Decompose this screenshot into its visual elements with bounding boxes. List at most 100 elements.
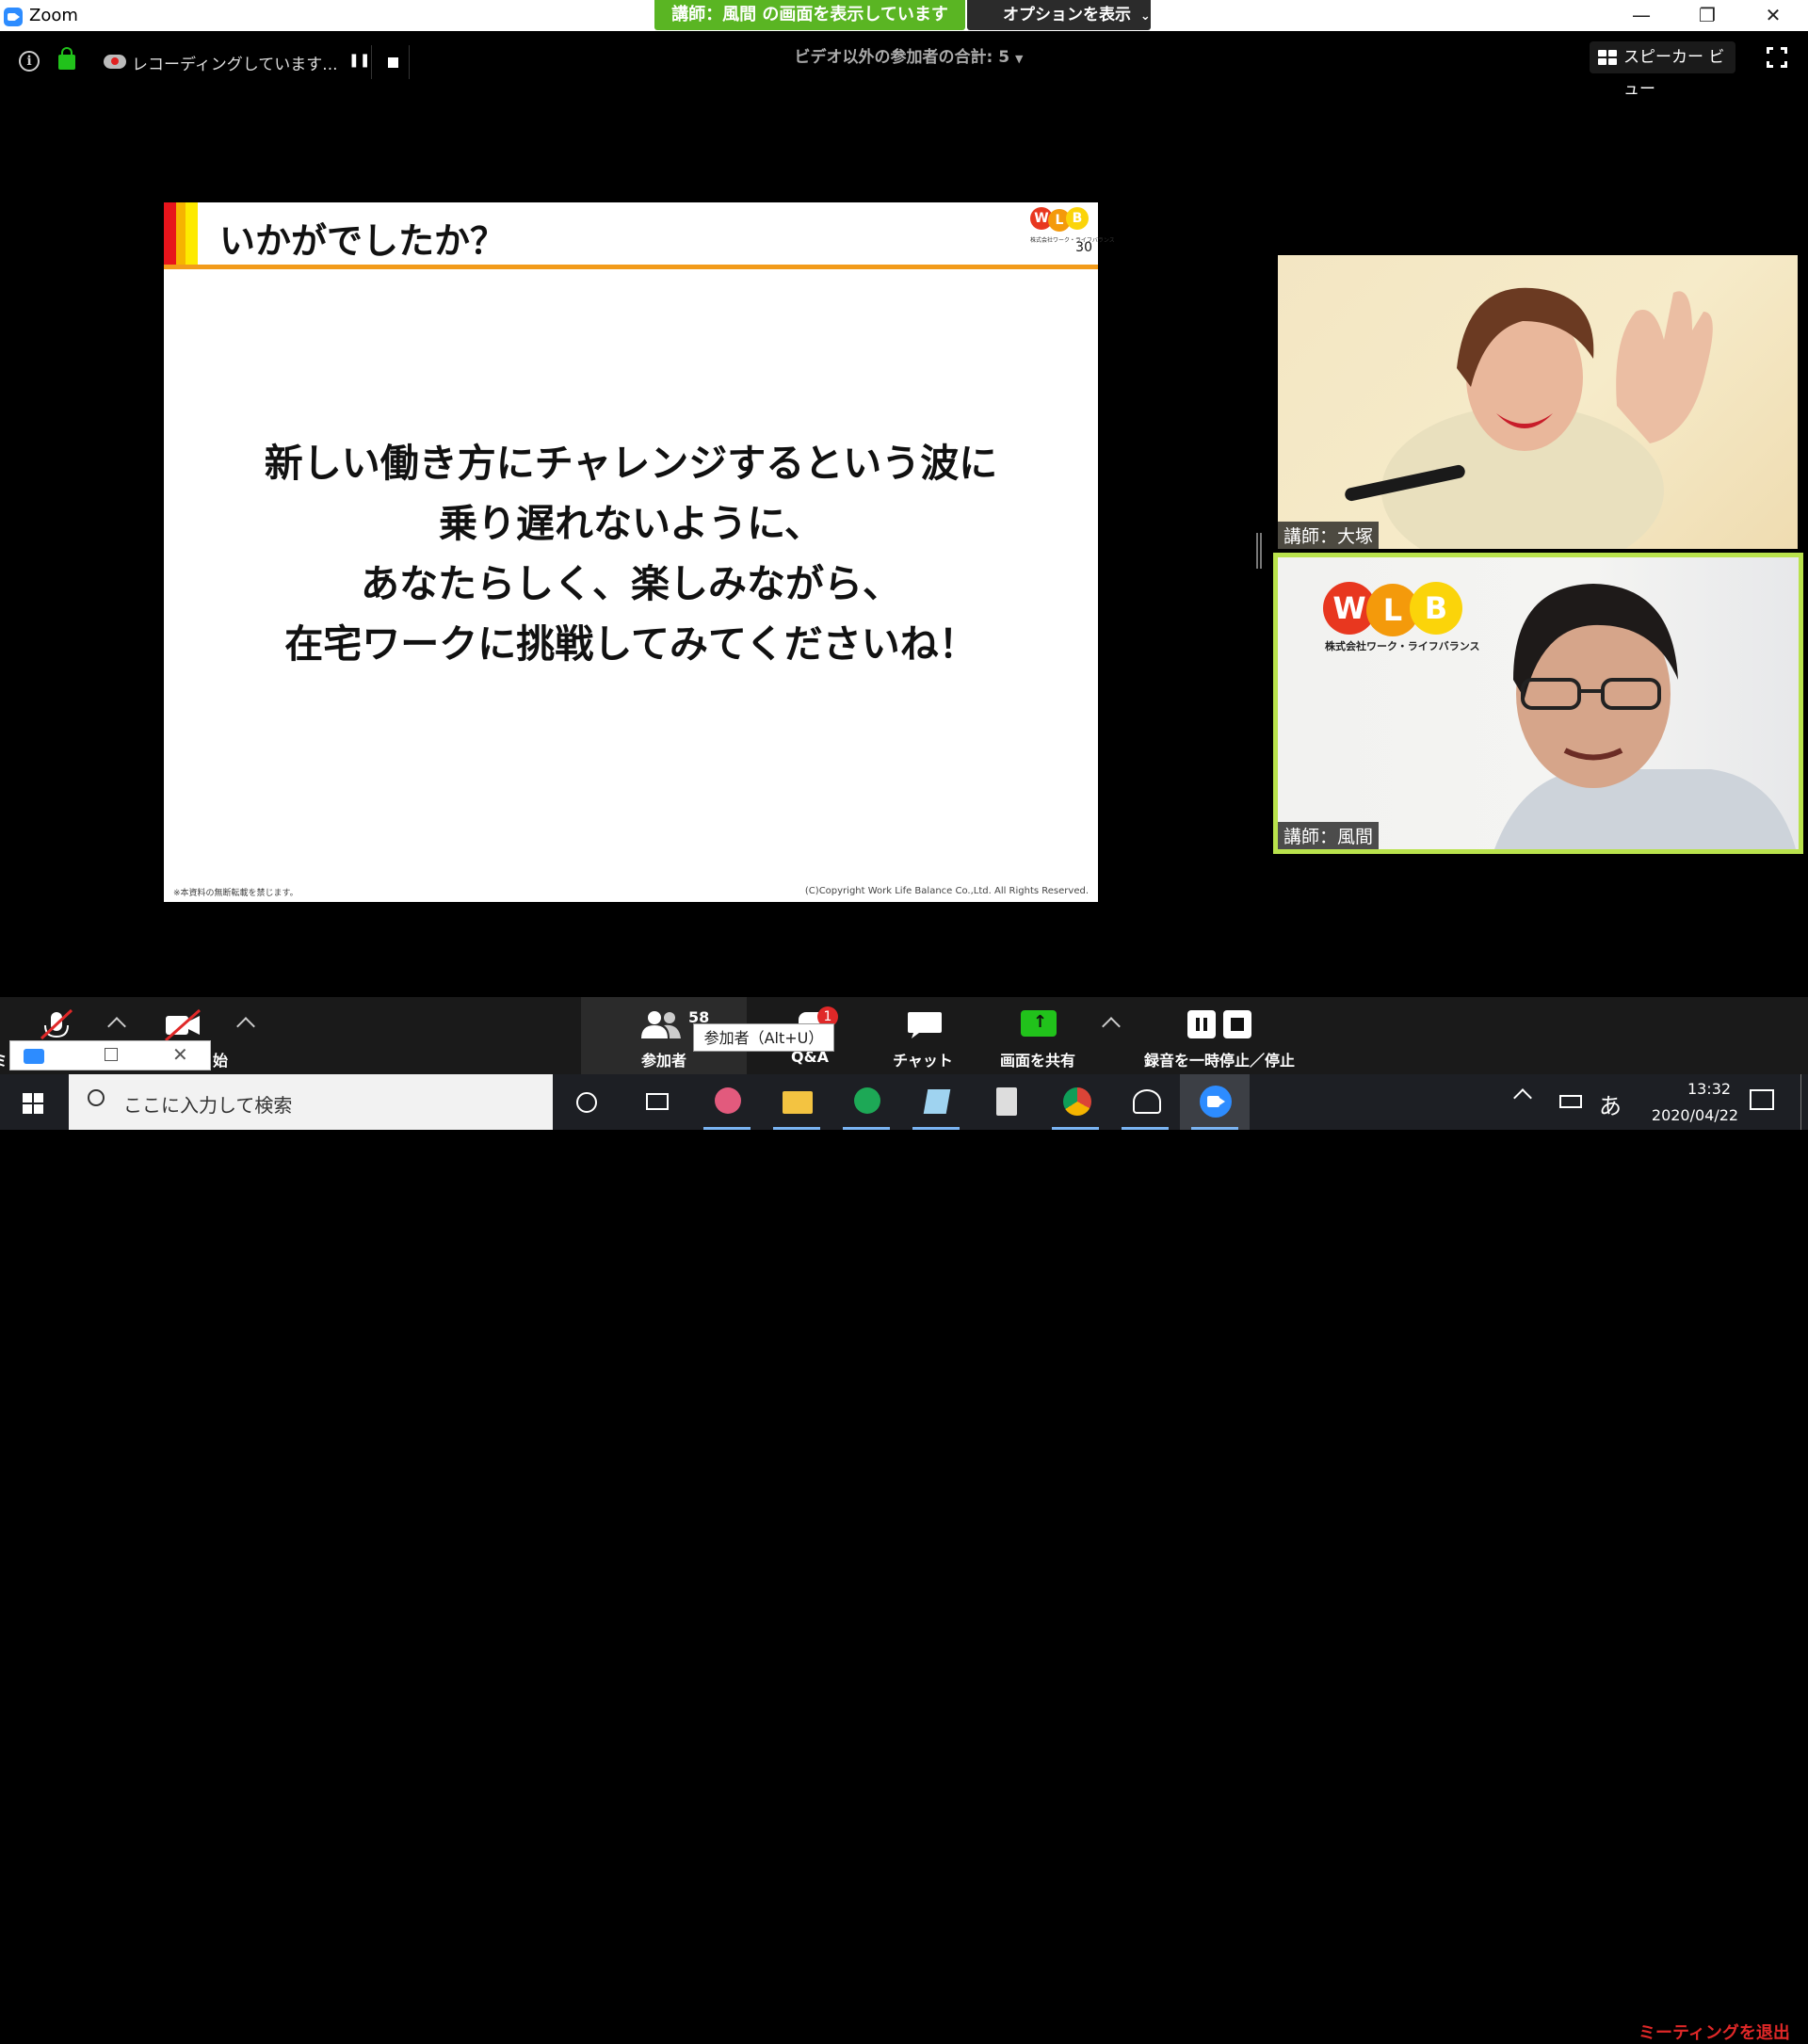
calculator-taskbar[interactable] [971,1074,1041,1130]
meeting-toolbar: ミ 始 58 参加者 1 Q&A チャット ↑ 画面を共有 録音を一時停止／停止… [0,997,1808,2043]
floating-mini-window[interactable]: ✕ [9,1040,211,1070]
slide-body-line: 在宅ワークに挑戦してみてくださいね！ [284,621,977,667]
slide-accent-bar-orange [176,202,186,266]
participants-tooltip: 参加者（Alt+U） [693,1023,834,1052]
pause-stop-recording-button[interactable]: 録音を一時停止／停止 [1130,997,1309,1074]
task-view-icon [646,1093,669,1110]
video-tile-kazama-active[interactable]: W L B 株式会社ワーク・ライフバランス 講師：風間 [1273,553,1803,854]
participants-icon [641,1011,681,1038]
window-title: Zoom [29,6,78,25]
zoom-taskbar[interactable] [1180,1074,1250,1130]
chevron-up-icon[interactable] [1102,1017,1121,1036]
screen-share-banner: 講師：風間 の画面を表示しています [654,0,965,30]
microphone-muted-icon [40,1008,73,1040]
slide-header: いかがでしたか？ W L B 株式会社ワーク・ライフバランス 30 [164,202,1115,269]
recording-indicator: レコーディングしています... ❚❚ [98,45,410,79]
info-icon[interactable]: i [19,51,40,72]
slide-header-underline [164,265,1098,269]
slide-body-line: 新しい働き方にチャレンジするという波に [264,441,998,486]
photos-taskbar[interactable] [1110,1074,1180,1130]
speaker-view-label: スピーカー ビュー [1623,48,1725,99]
restore-button[interactable]: ❐ [1674,0,1740,31]
grid-view-icon [1598,50,1617,65]
video-tile-otsuka[interactable]: 講師：大塚 [1278,255,1798,549]
chat-label: チャット [893,1052,953,1070]
view-options-button[interactable]: オプションを表示 ⌄ [967,0,1151,30]
video-name-label: 講師：風間 [1278,822,1380,849]
tray-chevron-up-icon[interactable] [1513,1088,1532,1107]
maximize-icon[interactable] [105,1048,118,1061]
panel-resize-handle[interactable] [1256,533,1262,569]
chevron-up-icon[interactable] [107,1017,126,1036]
participant-video-kazama [1494,584,1796,849]
recording-control-label: 録音を一時停止／停止 [1143,1052,1295,1070]
task-view-button[interactable] [622,1074,692,1130]
snipping-tool-taskbar[interactable] [692,1074,762,1130]
share-screen-button[interactable]: ↑ 画面を共有 [989,997,1087,1074]
zoom-icon [1200,1086,1232,1118]
slide-accent-bar-yellow [186,202,198,266]
calculator-icon [996,1087,1017,1116]
snipping-tool-icon [715,1087,741,1114]
share-screen-label: 画面を共有 [999,1052,1075,1070]
ime-indicator[interactable]: あ [1599,1087,1622,1120]
slide-page-number: 30 [1075,240,1092,255]
slide-body: 新しい働き方にチャレンジするという波に 乗り遅れないように、 あなたらしく、楽し… [164,433,1098,674]
cloud-record-icon [104,55,126,69]
clock-time[interactable]: 13:32 [1657,1080,1761,1098]
windows-logo-icon [23,1093,43,1114]
start-button[interactable] [0,1074,66,1130]
chevron-down-icon: ⌄ [1139,9,1151,24]
stop-icon [1223,1010,1251,1038]
shared-slide: いかがでしたか？ W L B 株式会社ワーク・ライフバランス 30 新しい働き方… [164,202,1115,902]
search-icon [88,1089,105,1106]
leave-meeting-button[interactable]: ミーティングを退出 [1638,2020,1790,2044]
video-name-label: 講師：大塚 [1278,522,1380,549]
app-taskbar-green[interactable] [831,1074,901,1130]
chrome-taskbar[interactable] [1041,1074,1110,1130]
taskbar-search-box[interactable]: ここに入力して検索 [69,1074,553,1130]
logo-ball-b: B [1066,207,1089,230]
pause-recording-icon[interactable]: ❚❚ [348,53,370,68]
slide-copyright: (C)Copyright Work Life Balance Co.,Ltd. … [804,886,1089,896]
non-video-participants-label: ビデオ以外の参加者の合計: 5 [794,48,1010,67]
view-options-label: オプションを表示 [1003,6,1131,24]
minimize-button[interactable]: — [1608,0,1674,31]
slide-body-line: あなたらしく、楽しみながら、 [361,561,901,606]
file-explorer-taskbar[interactable] [762,1074,831,1130]
start-video-label: 始 [213,1052,229,1070]
search-placeholder: ここに入力して検索 [123,1094,293,1117]
slide-body-line: 乗り遅れないように、 [439,501,823,546]
video-frame: W L B 株式会社ワーク・ライフバランス 講師：風間 [1278,557,1799,849]
fullscreen-icon[interactable] [1767,47,1787,68]
show-desktop-button[interactable] [1800,1074,1808,1130]
participant-video-otsuka [1345,287,1713,549]
slide-accent-bar-red [164,202,176,266]
stop-recording-icon[interactable] [388,57,398,68]
caret-down-icon: ▼ [1015,53,1024,65]
lock-icon[interactable] [58,47,75,70]
chat-button[interactable]: チャット [876,997,970,1074]
cortana-icon [576,1092,597,1113]
battery-icon[interactable] [1559,1095,1582,1108]
wlb-logo: W L B 株式会社ワーク・ライフバランス [1030,207,1115,244]
close-button[interactable]: ✕ [1740,0,1806,31]
pause-icon [1187,1010,1216,1038]
cortana-button[interactable] [553,1074,622,1130]
share-screen-icon: ↑ [1021,1010,1057,1037]
chat-icon [908,1012,942,1038]
speaker-view-button[interactable]: スピーカー ビュー [1590,41,1735,99]
non-video-participants-dropdown[interactable]: ビデオ以外の参加者の合計: 5 ▼ [753,43,1064,67]
slide-title: いかがでしたか？ [219,220,507,262]
notes-taskbar[interactable] [901,1074,971,1130]
windows-taskbar: ここに入力して検索 あ [0,1074,1808,1130]
slide-footer-notice: ※本資料の無断転載を禁じます。 [173,889,299,898]
divider [409,45,410,79]
zoom-mini-icon [24,1049,44,1064]
app-icon-green [854,1087,880,1114]
divider [371,45,372,79]
clock-date[interactable]: 2020/04/22 [1629,1106,1761,1124]
close-icon[interactable]: ✕ [172,1043,188,1066]
zoom-app-icon [4,8,23,26]
folder-icon [783,1091,813,1114]
